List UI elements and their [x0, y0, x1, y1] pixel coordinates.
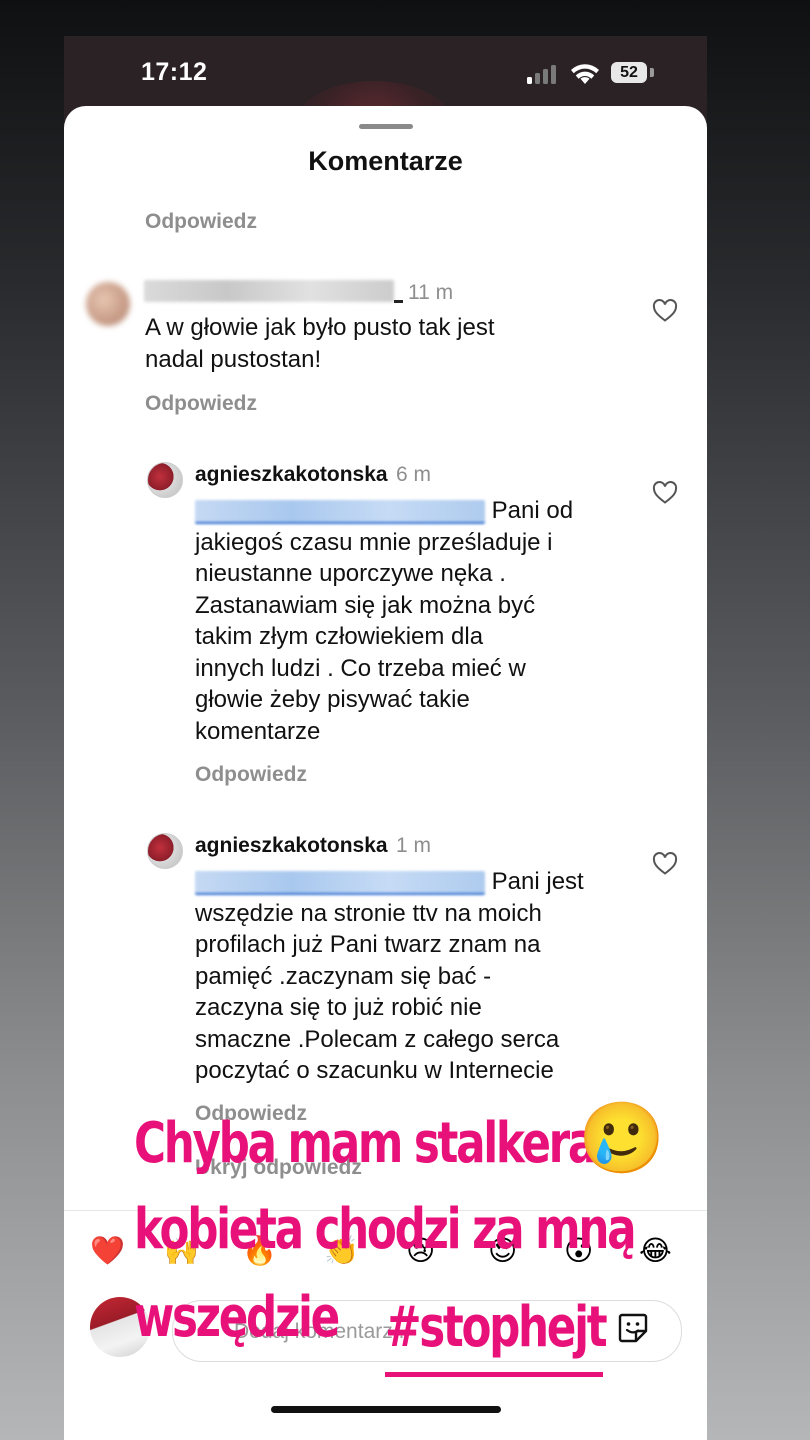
sticker-icon[interactable]	[616, 1311, 650, 1345]
comment-text: A w głowie jak było pusto tak jest nadal…	[145, 312, 495, 375]
reply-button[interactable]: Odpowiedz	[195, 763, 307, 787]
avatar[interactable]	[147, 833, 183, 869]
comment-line: innych ludzi . Co trzeba mieć w	[195, 654, 526, 682]
mention-redacted[interactable]	[195, 499, 485, 524]
comment-line: Zastanawiam się jak można być	[195, 591, 536, 619]
comment-line: pamięć .zaczynam się bać -	[195, 962, 492, 990]
comment-meta: agnieszkakotonska 6 m	[195, 463, 431, 487]
comment-text: Pani jest wszędzie na stronie ttv na moi…	[195, 866, 584, 1087]
signal-icon	[527, 64, 561, 84]
overlay-text-line2: kobieta chodzi za mną	[134, 1197, 637, 1262]
comment-line: komentarze	[195, 717, 321, 745]
comment-line: jakiegoś czasu mnie prześladuje i	[195, 528, 553, 556]
comment-line: A w głowie jak było pusto tak jest	[145, 314, 495, 341]
username-redacted[interactable]	[144, 280, 394, 302]
reply-button[interactable]: Odpowiedz	[145, 210, 257, 234]
comment-line: profilach już Pani twarz znam na	[195, 931, 541, 958]
sheet-title: Komentarze	[308, 146, 463, 176]
home-indicator	[271, 1406, 501, 1413]
emoji-heart[interactable]: ❤️	[90, 1234, 125, 1267]
avatar[interactable]	[86, 282, 130, 326]
comment-text: Pani od jakiegoś czasu mnie prześladuje …	[195, 495, 573, 747]
heart-icon[interactable]	[652, 299, 678, 323]
comment-line: takim złym człowiekiem dla	[195, 623, 484, 650]
status-bar: 17:12 52	[0, 0, 810, 110]
tear-smile-emoji: 🥲	[578, 1099, 666, 1177]
hashtag-overlay[interactable]: #stophejt	[385, 1300, 608, 1356]
emoji-laugh[interactable]: 😂	[639, 1234, 672, 1267]
wifi-icon	[571, 64, 599, 84]
comment-line: nieustanne uporczywe nęka .	[195, 560, 506, 587]
mention-redacted[interactable]	[195, 870, 485, 895]
hashtag-underline	[385, 1372, 603, 1377]
comment-line: poczytać o szacunku w Internecie	[195, 1057, 554, 1084]
overlay-text-line1: Chyba mam stalkera	[134, 1111, 597, 1176]
battery-indicator: 52	[611, 62, 647, 83]
username-underscore	[394, 300, 403, 303]
comment-time: 1 m	[396, 834, 432, 857]
battery-tip	[650, 68, 654, 77]
comment-meta: agnieszkakotonska 1 m	[195, 834, 431, 858]
comment-line: Pani jest	[491, 868, 584, 895]
username-link[interactable]: agnieszkakotonska	[195, 463, 388, 486]
comment-line: głowie żeby pisywać takie	[195, 686, 470, 713]
username-link[interactable]: agnieszkakotonska	[195, 834, 388, 857]
overlay-text-line3: wszędzie	[134, 1285, 340, 1350]
comment-time: 6 m	[396, 463, 432, 486]
sheet-grabber[interactable]	[359, 124, 413, 129]
comment-line: wszędzie na stronie ttv na moich	[195, 899, 542, 927]
comment-line: smaczne .Polecam z całego serca	[195, 1025, 560, 1053]
comment-line: Pani od	[491, 497, 574, 524]
heart-icon[interactable]	[652, 481, 678, 505]
comment-time: 11 m	[408, 281, 454, 304]
heart-icon[interactable]	[652, 852, 678, 876]
status-time: 17:12	[141, 58, 208, 86]
comment-line: nadal pustostan!	[145, 345, 322, 373]
avatar[interactable]	[147, 462, 183, 498]
comment-line: zaczyna się to już robić nie	[195, 994, 482, 1021]
reply-button[interactable]: Odpowiedz	[145, 392, 257, 416]
